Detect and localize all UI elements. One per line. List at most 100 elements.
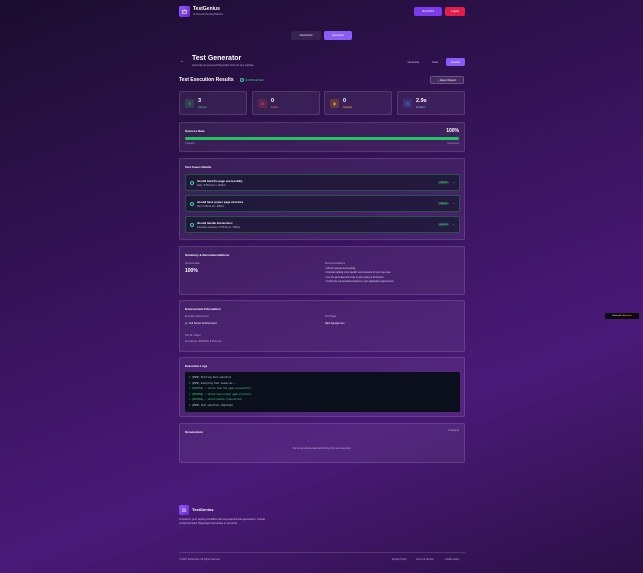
- about-button[interactable]: AboutTGS: [414, 7, 442, 16]
- test-case-row[interactable]: should handle interactions interactive e…: [185, 216, 460, 233]
- exec-env-text: Full Server Environment: [188, 322, 217, 325]
- screenshots-card: Screenshots 0 captured No screenshots ca…: [179, 423, 465, 463]
- check-circle-icon: [240, 78, 244, 82]
- check-circle-icon: ◎: [185, 99, 194, 108]
- download-icon: ⤓: [437, 78, 440, 82]
- brand-tagline: AI Powered Testing Platform: [193, 13, 224, 16]
- footer-link-terms[interactable]: Terms of Service: [416, 558, 434, 561]
- server-icon: ▣: [185, 322, 188, 325]
- tab-generator[interactable]: Generator: [403, 58, 424, 66]
- environment-title: Environment Information: [185, 307, 221, 311]
- passed-badge: PASSED: [438, 181, 449, 184]
- tab-code[interactable]: Code: [427, 58, 443, 66]
- check-circle-icon: [190, 223, 194, 227]
- test-case-name: should load the page successfully: [197, 179, 243, 183]
- recommendations-label: Recommendations: [325, 262, 345, 265]
- stat-card-failed: ⊗ 0 Failed: [252, 91, 320, 115]
- stat-card-skipped: ◉ 0 Skipped: [324, 91, 392, 115]
- nav-dashboard[interactable]: Dashboard: [291, 31, 321, 40]
- export-report-button[interactable]: ⤓ Export Report: [430, 76, 464, 84]
- robot-icon: [182, 9, 187, 14]
- executed-at: Executed at: 30/8/2025, 5:35:31 pm: [185, 341, 222, 343]
- footer-brand: TestGenius: [192, 507, 214, 512]
- check-circle-icon: [190, 202, 194, 206]
- stat-value: 0: [271, 98, 275, 104]
- clock-icon: ◷: [403, 99, 412, 108]
- brand-name: TestGenius: [193, 6, 220, 12]
- passed-badge: PASSED: [438, 202, 449, 205]
- environment-card: Environment Information Execution Enviro…: [179, 300, 465, 352]
- log-line: > [INFO] Test execution completed: [189, 403, 233, 407]
- exec-env-label: Execution Environment: [185, 316, 209, 318]
- exec-env-value: ▣ Full Server Environment: [185, 322, 217, 325]
- summary-rate-value: 100%: [185, 268, 198, 274]
- stat-value: 2.9s: [416, 98, 427, 104]
- logs-title: Execution Logs: [185, 364, 208, 368]
- footer-link-privacy[interactable]: Privacy Policy: [392, 558, 407, 561]
- stat-label: Failed: [271, 106, 278, 109]
- footer-description: Transform your testing workflow with AI-…: [179, 518, 265, 526]
- success-percent: 100%: [446, 128, 459, 134]
- test-case-row[interactable]: should have proper page structure html •…: [185, 195, 460, 212]
- success-progress-fill: [185, 137, 459, 140]
- footer-divider: [179, 552, 465, 553]
- test-id-label: Test ID / Object: [185, 335, 201, 337]
- stat-label: Skipped: [343, 106, 353, 109]
- summary-title: Summary & Recommendations: [185, 253, 230, 257]
- test-case-name: should handle interactions: [197, 221, 233, 225]
- success-title: Success Rate: [185, 129, 205, 133]
- footer-link-cookie[interactable]: Cookie Policy: [445, 558, 459, 561]
- stat-label: Passed: [198, 106, 207, 109]
- results-title: Test Execution Results: [179, 77, 234, 83]
- log-console[interactable]: > [INFO] Starting test execution > [INFO…: [185, 372, 460, 412]
- built-with-badge[interactable]: Built with Bolt.new: [605, 313, 639, 319]
- test-cases-title: Test Cases Details: [185, 165, 212, 169]
- page-subtitle: Generate AI-powered Playwright tests for…: [192, 64, 254, 67]
- screenshots-title: Screenshots: [185, 430, 204, 434]
- test-case-name: should have proper page structure: [197, 200, 244, 204]
- recommendation-item: • Customize test assertions based on you…: [325, 281, 394, 284]
- back-arrow-icon[interactable]: ←: [180, 58, 186, 64]
- brand-logo[interactable]: [179, 6, 190, 17]
- footer-copyright: © 2025 TestGenius. All rights reserved.: [179, 558, 221, 561]
- total-count-label: 3 total tests: [447, 143, 459, 145]
- passed-badge: PASSED: [438, 223, 449, 226]
- success-progress-bar: [185, 137, 459, 140]
- logout-button[interactable]: Logout: [445, 7, 465, 16]
- stat-card-duration: ◷ 2.9s Duration: [397, 91, 465, 115]
- check-circle-icon: [190, 181, 194, 185]
- page-title: Test Generator: [192, 55, 242, 62]
- chevron-down-icon[interactable]: ⌄: [452, 201, 455, 205]
- test-case-row[interactable]: should load the page successfully body •…: [185, 174, 460, 191]
- test-case-meta: html • 5:35:31 pm • 690ms: [197, 206, 224, 208]
- passed-count-label: 3 passed: [185, 143, 195, 145]
- stat-label: Duration: [416, 106, 426, 109]
- built-with-name: Bolt.new: [622, 315, 632, 317]
- execution-logs-card: Execution Logs > [INFO] Starting test ex…: [179, 357, 465, 417]
- stat-card-passed: ◎ 3 Passed: [179, 91, 247, 115]
- x-circle-icon: ⊗: [258, 99, 267, 108]
- built-with-prefix: Built with: [612, 315, 622, 317]
- test-target-label: Test Target: [325, 316, 337, 318]
- screenshots-count: 0 captured: [448, 430, 459, 432]
- screenshots-empty-message: No screenshots captured during this test…: [292, 447, 352, 450]
- stat-value: 0: [343, 98, 347, 104]
- robot-icon: [182, 508, 186, 512]
- export-label: Export Report: [440, 78, 457, 82]
- chevron-down-icon[interactable]: ⌄: [452, 222, 455, 226]
- nav-generator[interactable]: Generator: [324, 31, 352, 40]
- test-case-meta: interactive elements • 5:35:31 pm • 636m…: [197, 227, 240, 229]
- tab-results[interactable]: Results: [446, 58, 465, 66]
- footer-logo: [179, 505, 189, 515]
- success-rate-card: Success Rate 100% 3 passed 3 total tests: [179, 122, 465, 152]
- test-case-meta: body • 5:35:31 pm • 1481ms: [197, 185, 226, 187]
- test-target-value: https://google.com: [325, 322, 345, 325]
- status-label: COMPLETED: [245, 78, 264, 82]
- summary-card: Summary & Recommendations Success Rate 1…: [179, 246, 465, 295]
- skip-icon: ◉: [330, 99, 339, 108]
- chevron-down-icon[interactable]: ⌄: [452, 180, 455, 184]
- stat-value: 3: [198, 98, 202, 104]
- recommendations-list: • All tests passed successfully • Consid…: [325, 267, 394, 285]
- status-badge: COMPLETED: [240, 78, 264, 82]
- summary-rate-label: Success Rate: [185, 262, 200, 265]
